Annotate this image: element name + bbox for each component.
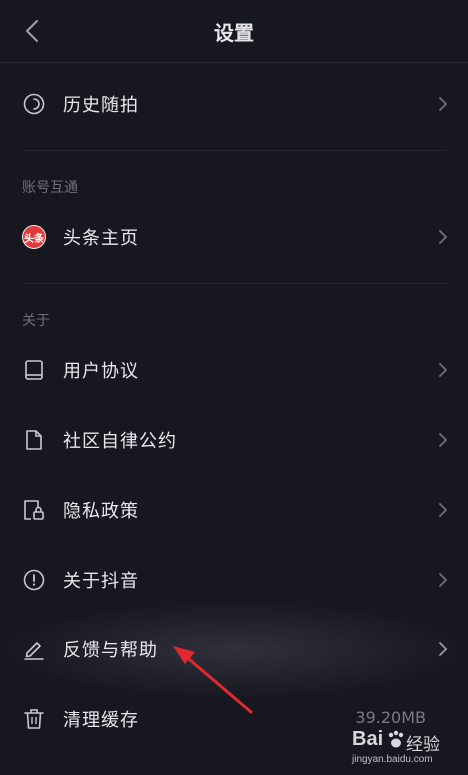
settings-item-community[interactable]: 社区自律公约	[0, 405, 468, 475]
section-header-account: 账号互通	[22, 180, 78, 196]
watermark-brand: Bai	[352, 728, 384, 750]
divider	[22, 150, 446, 151]
settings-item-label: 清理缓存	[63, 710, 139, 731]
settings-item-toutiao[interactable]: 头条 头条主页	[0, 202, 468, 272]
paw-logo-icon	[388, 730, 404, 748]
book-icon	[22, 358, 46, 382]
info-circle-icon	[22, 568, 46, 592]
settings-item-agreement[interactable]: 用户协议	[0, 335, 468, 405]
cache-size-value: 39.20MB	[355, 708, 426, 727]
privacy-lock-icon	[22, 498, 46, 522]
settings-item-label: 隐私政策	[63, 501, 139, 522]
chevron-right-icon	[439, 642, 448, 656]
settings-item-label: 反馈与帮助	[63, 640, 158, 661]
chevron-right-icon	[439, 433, 448, 447]
toutiao-logo-icon: 头条	[22, 225, 46, 249]
settings-item-label: 用户协议	[63, 361, 139, 382]
trash-icon	[22, 707, 46, 731]
watermark-jingyan: 经验	[406, 735, 440, 755]
history-circle-icon	[22, 92, 46, 116]
annotation-arrow-icon	[173, 646, 253, 714]
settings-item-label: 关于抖音	[63, 571, 139, 592]
page-title: 设置	[214, 21, 254, 45]
chevron-right-icon	[439, 97, 448, 111]
divider	[22, 283, 446, 284]
settings-item-label: 头条主页	[63, 228, 139, 249]
chevron-right-icon	[439, 363, 448, 377]
section-header-about: 关于	[22, 313, 50, 329]
top-bar: 设置	[0, 0, 468, 63]
toutiao-badge: 头条	[22, 225, 46, 249]
watermark-url: jingyan.baidu.com	[352, 754, 433, 765]
baidu-watermark: Bai 经验 jingyan.baidu.com	[352, 728, 462, 772]
settings-item-label: 社区自律公约	[63, 431, 177, 452]
settings-item-history[interactable]: 历史随拍	[0, 69, 468, 139]
chevron-right-icon	[439, 230, 448, 244]
chevron-right-icon	[439, 503, 448, 517]
settings-item-privacy[interactable]: 隐私政策	[0, 475, 468, 545]
pencil-icon	[22, 637, 46, 661]
settings-item-label: 历史随拍	[63, 95, 139, 116]
document-icon	[22, 428, 46, 452]
chevron-right-icon	[439, 573, 448, 587]
